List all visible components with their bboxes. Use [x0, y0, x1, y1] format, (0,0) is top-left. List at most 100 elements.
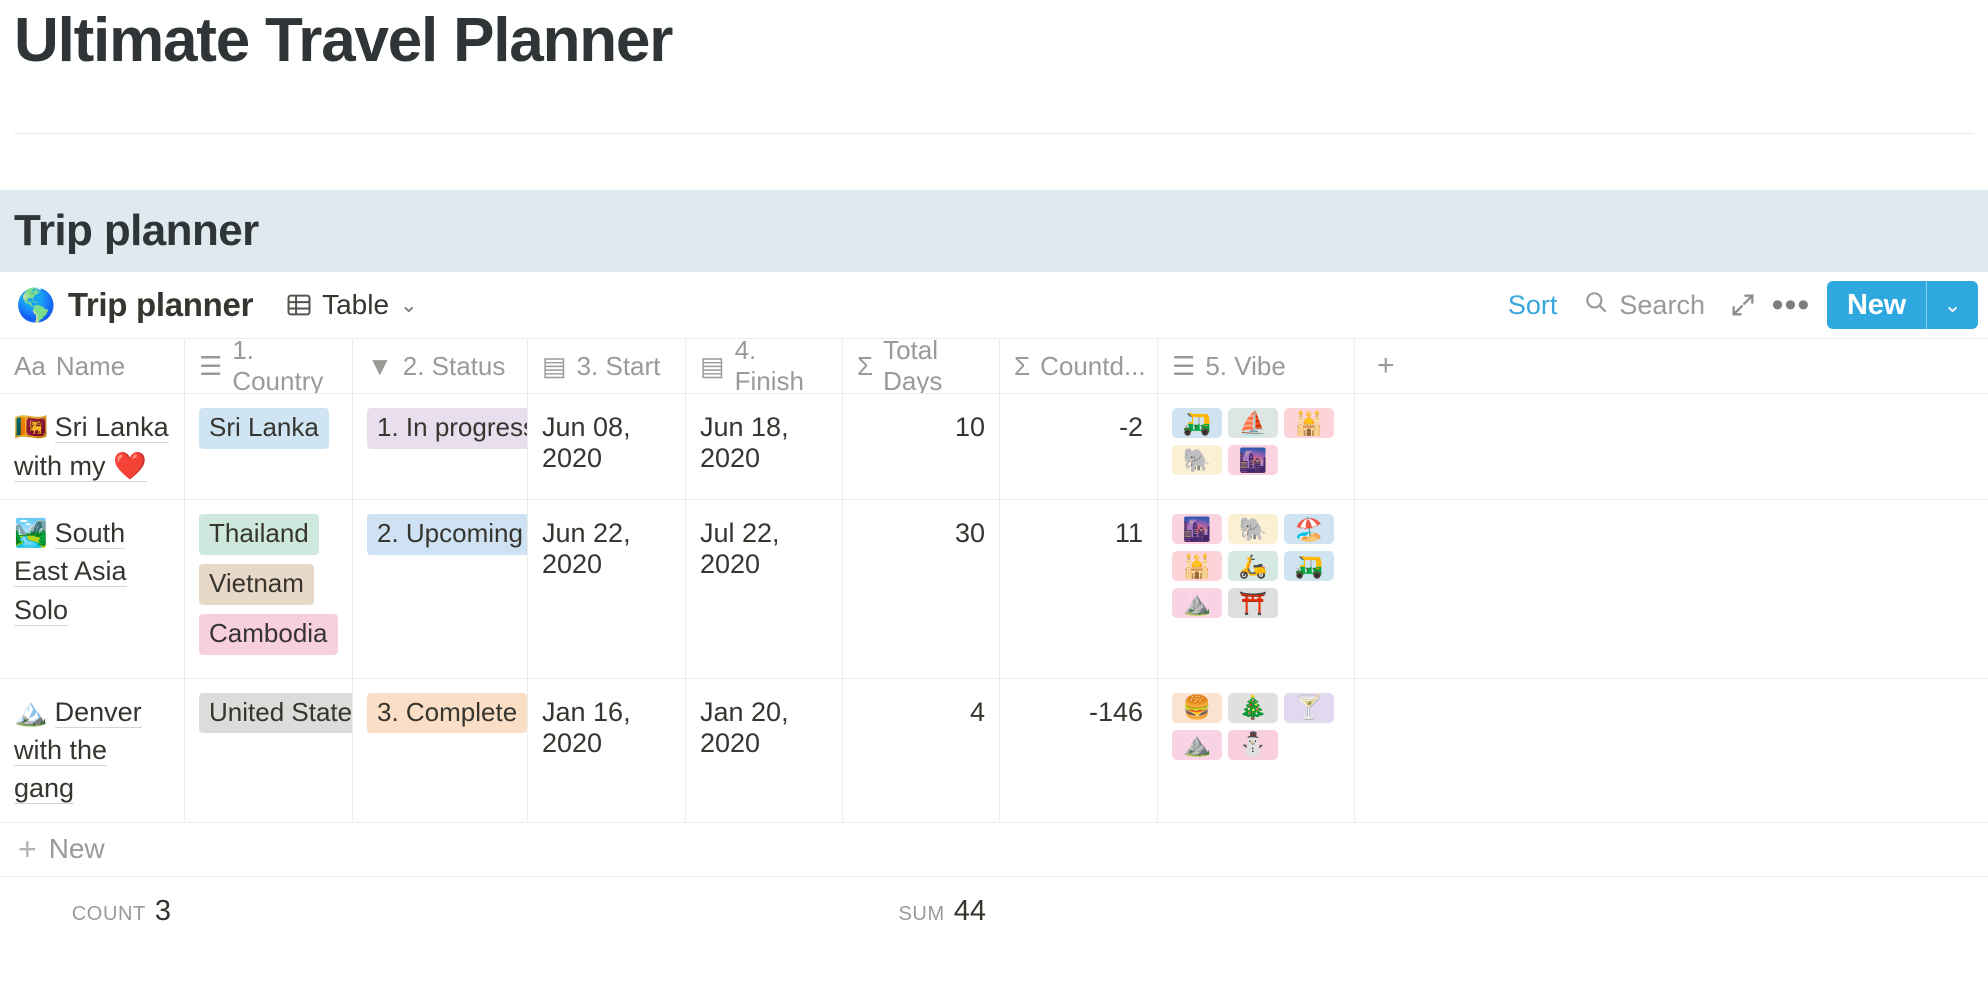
- aggregate-sum[interactable]: SUM 44: [843, 895, 1000, 928]
- expand-diagonal-icon[interactable]: [1719, 283, 1767, 327]
- cell-country[interactable]: Sri Lanka: [185, 394, 353, 500]
- beach-umbrella-icon: 🏖️: [1284, 514, 1334, 545]
- cell-name[interactable]: 🇱🇰 Sri Lanka with my ❤️: [0, 394, 185, 500]
- cell-vibe[interactable]: 🛺 ⛵ 🕌 🐘 🌆: [1158, 394, 1355, 500]
- aggregate-count-label: COUNT: [71, 903, 146, 926]
- column-header-total-days[interactable]: Σ Total Days: [843, 339, 1000, 394]
- hamburger-icon: 🍔: [1172, 692, 1222, 723]
- table-row[interactable]: 🇱🇰 Sri Lanka with my ❤️ Sri Lanka 1. In pro…: [0, 394, 1988, 501]
- table-row[interactable]: 🏔️ Denver with the gang United States 3. Co…: [0, 678, 1988, 823]
- elephant-icon: 🐘: [1228, 514, 1278, 545]
- sailboat-icon: ⛵: [1228, 408, 1278, 439]
- vibe-tag-list: 🛺 ⛵ 🕌 🐘 🌆: [1172, 408, 1340, 476]
- cell-country[interactable]: Thailand Vietnam Cambodia: [185, 500, 353, 678]
- cell-status[interactable]: 2. Upcoming: [353, 500, 528, 678]
- total-days-value: 30: [954, 518, 985, 549]
- status-badge: 2. Upcoming: [367, 514, 527, 555]
- cell-finish[interactable]: Jan 20, 2020: [686, 678, 843, 822]
- aggregate-count[interactable]: COUNT 3: [0, 895, 185, 928]
- cell-vibe[interactable]: 🍔 🎄 🍸 ⛰️ ⛄: [1158, 678, 1355, 822]
- cell-start[interactable]: Jun 22, 2020: [528, 500, 686, 678]
- christmas-tree-icon: 🎄: [1228, 692, 1278, 723]
- cell-finish[interactable]: Jul 22, 2020: [686, 500, 843, 678]
- column-label: 2. Status: [402, 350, 506, 381]
- search-button[interactable]: Search: [1569, 285, 1719, 326]
- column-header-start[interactable]: ▤ 3. Start: [528, 339, 686, 394]
- country-tag: United States: [199, 692, 352, 734]
- total-days-value: 4: [969, 696, 985, 727]
- view-tab-label: Table: [322, 289, 390, 321]
- ellipsis-icon[interactable]: •••: [1767, 283, 1815, 327]
- cell-start[interactable]: Jun 08, 2020: [528, 394, 686, 500]
- country-tag-list: United States: [199, 692, 352, 743]
- cell-total-days[interactable]: 4: [843, 678, 1000, 822]
- title-type-icon: Aa: [14, 350, 46, 381]
- new-row-button[interactable]: + New: [0, 823, 1988, 877]
- view-tab-table[interactable]: Table ⌄: [279, 286, 424, 324]
- snowman-icon: ⛄: [1228, 729, 1278, 760]
- mountain-icon: ⛰️: [1172, 729, 1222, 760]
- new-button[interactable]: New: [1827, 281, 1926, 329]
- new-row-label: New: [48, 833, 105, 865]
- country-tag: Vietnam: [199, 563, 314, 605]
- cell-total-days[interactable]: 30: [843, 500, 1000, 678]
- cityscape-dusk-icon: 🌆: [1228, 445, 1278, 476]
- new-button-group: New ⌄: [1826, 281, 1978, 330]
- cell-name[interactable]: 🏞️ South East Asia Solo: [0, 500, 185, 678]
- start-date: Jan 16, 2020: [542, 696, 631, 758]
- column-header-status[interactable]: ▼ 2. Status: [353, 339, 528, 394]
- globe-americas-icon: 🌎: [16, 287, 56, 324]
- column-header-finish[interactable]: ▤ 4. Finish: [686, 339, 843, 394]
- column-label: 5. Vibe: [1205, 350, 1286, 381]
- cell-status[interactable]: 3. Complete: [353, 678, 528, 822]
- aggregate-sum-value: 44: [953, 895, 986, 928]
- column-header-countdown[interactable]: Σ Countd...: [1000, 339, 1158, 394]
- cell-name[interactable]: 🏔️ Denver with the gang: [0, 678, 185, 822]
- column-header-name[interactable]: Aa Name: [0, 339, 185, 394]
- database-title[interactable]: Trip planner: [68, 286, 254, 324]
- flag-sri-lanka-icon: 🇱🇰: [14, 412, 48, 443]
- cell-status[interactable]: 1. In progress: [353, 394, 528, 500]
- cocktail-glass-icon: 🍸: [1284, 692, 1334, 723]
- sort-button[interactable]: Sort: [1496, 286, 1570, 325]
- country-tag-list: Sri Lanka: [199, 408, 329, 458]
- start-date: Jun 08, 2020: [542, 412, 631, 474]
- cell-empty: [1355, 500, 1988, 677]
- column-label: 4. Finish: [734, 339, 804, 394]
- cell-country[interactable]: United States: [185, 678, 353, 822]
- cell-empty: [1355, 394, 1988, 499]
- cell-start[interactable]: Jan 16, 2020: [528, 678, 686, 822]
- table-row[interactable]: 🏞️ South East Asia Solo Thailand Vietnam Cam…: [0, 500, 1988, 679]
- countdown-value: -2: [1118, 412, 1143, 443]
- cell-countdown[interactable]: 11: [1000, 500, 1158, 678]
- database-identity: 🌎 Trip planner Table ⌄: [16, 286, 424, 324]
- table-icon: [285, 291, 313, 319]
- chevron-down-icon[interactable]: ⌄: [400, 293, 418, 318]
- column-header-vibe[interactable]: ☰ 5. Vibe: [1158, 339, 1355, 394]
- country-tag: Sri Lanka: [199, 408, 329, 450]
- cell-empty: [1355, 679, 1988, 822]
- torii-gate-icon: ⛩️: [1228, 588, 1278, 619]
- cell-vibe[interactable]: 🌆 🐘 🏖️ 🕌 🛵 🛺 ⛰️ ⛩️: [1158, 500, 1355, 678]
- countdown-value: -146: [1088, 696, 1143, 727]
- cell-finish[interactable]: Jun 18, 2020: [686, 394, 843, 500]
- multi-select-icon: ☰: [1172, 350, 1196, 381]
- cell-countdown[interactable]: -146: [1000, 678, 1158, 822]
- database-toolbar: 🌎 Trip planner Table ⌄ Sort Search ••• N…: [0, 272, 1988, 338]
- banner-title: Trip planner: [14, 206, 259, 256]
- country-tag-list: Thailand Vietnam Cambodia: [199, 514, 338, 663]
- countdown-value: 11: [1114, 518, 1143, 549]
- table-body: 🇱🇰 Sri Lanka with my ❤️ Sri Lanka 1. In pro…: [0, 394, 1988, 823]
- column-header-country[interactable]: ☰ 1. Country: [185, 339, 353, 394]
- cell-total-days[interactable]: 10: [843, 394, 1000, 500]
- new-dropdown-chevron-icon[interactable]: ⌄: [1926, 281, 1978, 330]
- select-icon: ▼: [367, 350, 393, 381]
- add-column-button[interactable]: +: [1355, 339, 1988, 393]
- start-date: Jun 22, 2020: [542, 518, 631, 580]
- table-header-row: Aa Name ☰ 1. Country ▼ 2. Status ▤ 3. Start …: [0, 339, 1988, 395]
- cell-countdown[interactable]: -2: [1000, 394, 1158, 500]
- national-park-icon: 🏞️: [14, 518, 48, 549]
- elephant-icon: 🐘: [1172, 445, 1222, 476]
- column-label: Countd...: [1040, 350, 1146, 381]
- toolbar-actions: Sort Search ••• New ⌄: [1496, 281, 1978, 330]
